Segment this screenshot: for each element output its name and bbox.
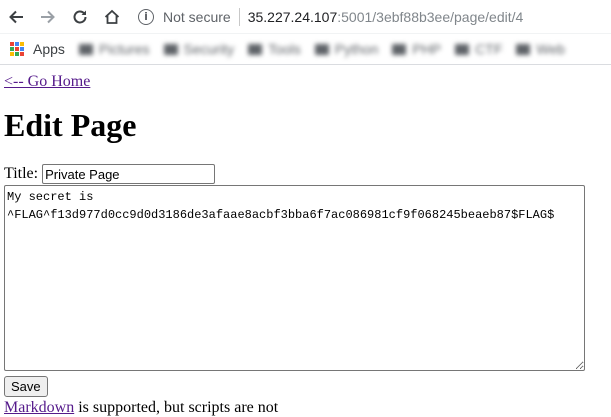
bookmarks-bar: Apps Pictures Security Tools Python PHP … xyxy=(0,34,611,65)
page-content: <-- Go Home Edit Page Title: My secret i… xyxy=(0,65,611,417)
bookmark-folder[interactable]: Tools xyxy=(248,41,301,57)
browser-toolbar: i Not secure 35.227.24.107:5001/3ebf88b3… xyxy=(0,0,611,34)
title-input[interactable] xyxy=(42,164,216,184)
bookmark-folder-label: Tools xyxy=(268,41,301,57)
apps-icon[interactable] xyxy=(10,42,24,56)
go-home-link[interactable]: <-- Go Home xyxy=(4,73,90,91)
bookmark-folder-label: Web xyxy=(536,41,565,57)
bookmark-folder[interactable]: Python xyxy=(314,41,379,57)
info-icon[interactable]: i xyxy=(138,8,154,25)
reload-button[interactable] xyxy=(64,0,96,34)
markdown-note: Markdown is supported, but scripts are n… xyxy=(4,399,607,417)
bookmark-folder[interactable]: CTF xyxy=(455,41,502,57)
title-label: Title: xyxy=(4,165,39,182)
folder-icon xyxy=(455,43,470,55)
reload-icon xyxy=(73,10,87,23)
folder-icon xyxy=(314,43,329,55)
bookmark-folder[interactable]: PHP xyxy=(392,41,441,57)
markdown-note-text: is supported, but scripts are not xyxy=(74,399,279,416)
folder-icon xyxy=(248,43,263,55)
forward-button[interactable] xyxy=(32,0,64,34)
bookmark-folder-label: PHP xyxy=(412,41,442,57)
home-icon xyxy=(104,9,120,24)
markdown-link[interactable]: Markdown xyxy=(4,399,74,416)
bookmark-folder-label: Python xyxy=(334,41,379,57)
address-bar[interactable]: i Not secure 35.227.24.107:5001/3ebf88b3… xyxy=(128,0,611,34)
security-status: Not secure xyxy=(163,8,231,25)
bookmark-folder-label: Security xyxy=(183,41,235,57)
bookmark-folder[interactable]: Web xyxy=(516,41,565,57)
back-arrow-icon xyxy=(9,10,23,23)
bookmark-folder[interactable]: Security xyxy=(163,41,235,57)
back-button[interactable] xyxy=(0,0,32,34)
forward-arrow-icon xyxy=(41,10,55,23)
folder-icon xyxy=(78,43,93,55)
save-button[interactable]: Save xyxy=(4,376,48,397)
apps-shortcut[interactable]: Apps xyxy=(33,41,65,57)
bookmark-folder[interactable]: Pictures xyxy=(78,41,150,57)
url-host: 35.227.24.107 xyxy=(247,8,338,25)
folder-icon xyxy=(163,43,178,55)
folder-icon xyxy=(392,43,407,55)
bookmark-folder-label: CTF xyxy=(475,41,503,57)
url-path: :5001/3ebf88b3ee/page/edit/4 xyxy=(337,8,524,25)
bookmark-folder-label: Pictures xyxy=(98,41,150,57)
address-divider xyxy=(238,7,240,26)
folder-icon xyxy=(516,43,531,55)
page-title: Edit Page xyxy=(4,107,137,143)
home-button[interactable] xyxy=(96,0,128,34)
edit-form: Title: My secret is ^FLAG^f13d977d0cc9d0… xyxy=(4,164,607,397)
title-row: Title: xyxy=(4,164,607,184)
body-textarea[interactable]: My secret is ^FLAG^f13d977d0cc9d0d3186de… xyxy=(4,185,585,371)
